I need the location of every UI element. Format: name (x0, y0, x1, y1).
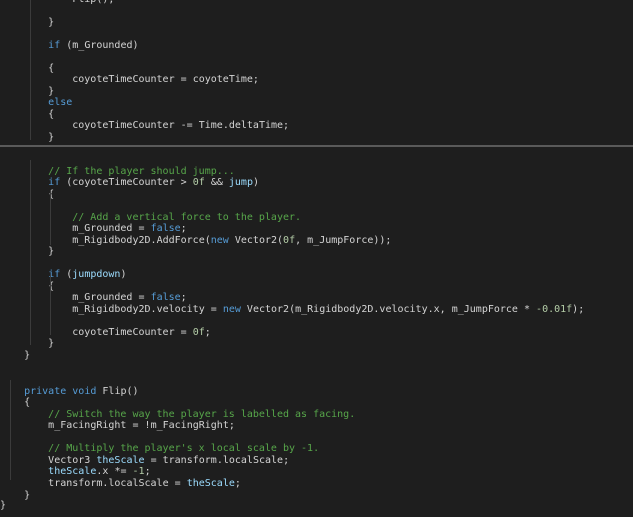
indent-guide (50, 275, 51, 335)
indent-guide (30, 0, 31, 140)
indent-guide (50, 190, 51, 245)
code-line-text: Flip(); (0, 0, 114, 11)
code-line-text: } (0, 500, 7, 511)
indent-guide (10, 380, 11, 480)
code-line: Flip(); (0, 0, 633, 11)
code-line: } (0, 494, 633, 517)
code-line-text: if (m_Grounded) (48, 40, 139, 51)
code-line: if (m_Grounded) (0, 34, 633, 57)
indent-guide (30, 160, 31, 345)
code-editor[interactable]: Flip(); } if (m_Grounded) { coyoteTimeCo… (0, 0, 633, 511)
